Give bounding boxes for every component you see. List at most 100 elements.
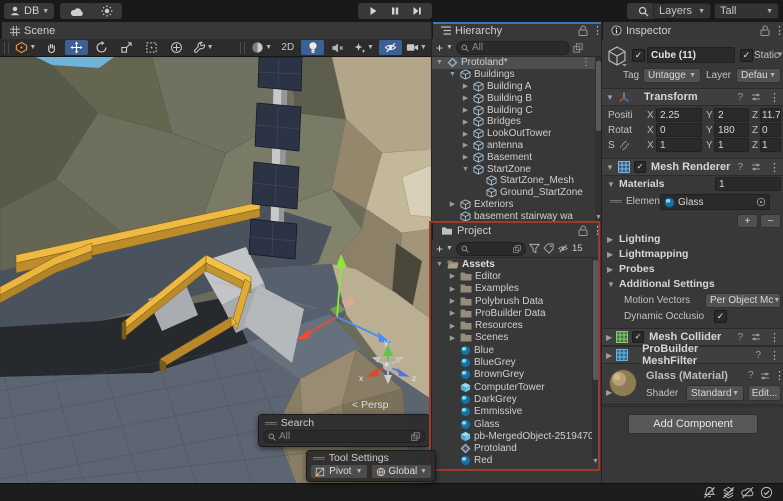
help-icon[interactable]: ? (748, 370, 754, 381)
cloud-disabled-icon[interactable] (741, 486, 754, 499)
foldout-arrow[interactable]: ▼ (461, 166, 470, 173)
scroll-down-icon[interactable]: ▼ (592, 458, 599, 465)
panel-menu-icon[interactable]: ⋮ (774, 24, 783, 37)
shader-dropdown[interactable]: Standard▼ (686, 385, 744, 401)
foldout-arrow[interactable]: ▼ (606, 93, 614, 102)
drag-handle-icon[interactable]: ══ (313, 453, 324, 463)
foldout-arrow[interactable]: ▶ (607, 265, 613, 274)
foldout-arrow[interactable]: ▶ (448, 309, 457, 317)
project-item[interactable]: pb-MergedObject-2519470 (432, 430, 592, 442)
lock-icon[interactable] (578, 225, 588, 236)
presets-icon[interactable] (751, 92, 761, 102)
project-item[interactable]: ComputerTower (432, 381, 592, 393)
project-item[interactable]: ▶Examples (432, 283, 592, 295)
add-material-button[interactable]: + (737, 214, 758, 228)
settings-button[interactable] (92, 3, 122, 19)
hierarchy-item[interactable]: ▼Protoland*⋮ (432, 57, 595, 69)
account-button[interactable]: DB ▼ (4, 3, 54, 19)
check-circle-icon[interactable] (760, 486, 773, 499)
project-item[interactable]: Glass (432, 418, 592, 430)
project-item[interactable]: Emmissive (432, 406, 592, 418)
dynamic-occlusion-checkbox[interactable]: ✓ (714, 310, 727, 323)
tab-scene[interactable]: Scene (2, 22, 433, 39)
material-object-field[interactable]: Glass (660, 194, 770, 210)
probes-foldout[interactable]: Probes (619, 263, 655, 275)
foldout-arrow[interactable]: ▶ (461, 106, 470, 114)
foldout-arrow[interactable]: ▶ (448, 334, 457, 342)
foldout-arrow[interactable]: ▶ (606, 333, 612, 342)
layout-dropdown[interactable]: Tall ▼ (714, 3, 779, 19)
step-button[interactable] (402, 3, 432, 19)
hidden-count-eye-icon[interactable] (557, 243, 569, 254)
foldout-arrow[interactable]: ▶ (448, 272, 457, 280)
foldout-arrow[interactable]: ▶ (461, 82, 470, 90)
shader-edit-button[interactable]: Edit... (748, 385, 781, 401)
hierarchy-item[interactable]: ▶antenna (432, 140, 595, 152)
project-item[interactable]: BrownGrey (432, 369, 592, 381)
tool-handle-dropdown[interactable]: ▼ (13, 40, 38, 55)
add-component-button[interactable]: Add Component (628, 414, 758, 434)
mesh-renderer-header[interactable]: ▼ ✓ Mesh Renderer ? ⋮ (602, 158, 783, 176)
rotation-y-field[interactable]: 180 (714, 123, 749, 137)
layers-dropdown[interactable]: Layers ▼ (653, 3, 711, 19)
item-menu-icon[interactable]: ⋮ (581, 57, 595, 68)
open-window-icon[interactable] (513, 245, 521, 253)
scene-search-input[interactable]: All (263, 430, 425, 443)
hierarchy-item[interactable]: ▶Building C (432, 104, 595, 116)
gameobject-cube-icon[interactable] (606, 45, 628, 67)
scale-y-field[interactable]: 1 (714, 138, 749, 152)
add-button[interactable]: + (436, 242, 443, 256)
active-checkbox[interactable]: ✓ (632, 49, 645, 62)
hierarchy-item[interactable]: ▶Building A (432, 81, 595, 93)
notifications-muted-icon[interactable] (703, 486, 716, 499)
project-item[interactable]: ▶Scenes (432, 332, 592, 344)
move-tool-button[interactable] (65, 40, 88, 55)
drag-handle-icon[interactable]: ══ (265, 418, 276, 428)
component-menu-icon[interactable]: ⋮ (769, 331, 780, 344)
open-window-icon[interactable] (411, 432, 420, 441)
project-item[interactable]: DarkGrey (432, 393, 592, 405)
foldout-arrow[interactable]: ▼ (607, 180, 615, 189)
label-tag-icon[interactable] (543, 243, 554, 254)
hierarchy-item[interactable]: ▶Bridges (432, 116, 595, 128)
hierarchy-item[interactable]: ▶Basement (432, 151, 595, 163)
hierarchy-item[interactable]: ▶LookOutTower (432, 128, 595, 140)
pivot-dropdown[interactable]: Pivot ▼ (310, 464, 368, 479)
hierarchy-item[interactable]: Ground_StartZone (432, 187, 595, 199)
foldout-arrow[interactable]: ▶ (448, 297, 457, 305)
help-icon[interactable]: ? (755, 350, 761, 361)
shading-mode-dropdown[interactable]: ▼ (249, 40, 274, 55)
foldout-arrow[interactable]: ▶ (606, 388, 612, 397)
foldout-arrow[interactable]: ▶ (448, 285, 457, 293)
lighting-foldout[interactable]: Lighting (619, 233, 660, 245)
hierarchy-item[interactable]: ▶Exteriors (432, 199, 595, 211)
presets-icon[interactable] (751, 332, 761, 342)
help-icon[interactable]: ? (737, 332, 743, 343)
materials-count-field[interactable]: 1 (715, 177, 781, 191)
layers-disabled-icon[interactable] (722, 486, 735, 499)
component-enabled-checkbox[interactable]: ✓ (634, 161, 646, 173)
rotation-x-field[interactable]: 0 (656, 123, 702, 137)
component-menu-icon[interactable]: ⋮ (769, 91, 780, 104)
audio-toggle-button[interactable] (326, 40, 349, 55)
position-x-field[interactable]: 2.25 (656, 108, 702, 122)
rotate-tool-button[interactable] (90, 40, 113, 55)
foldout-arrow[interactable]: ▶ (461, 130, 470, 138)
help-icon[interactable]: ? (737, 162, 743, 173)
project-item[interactable]: BlueGrey (432, 356, 592, 368)
static-flags-dropdown-icon[interactable]: ▼ (776, 50, 783, 59)
scale-z-field[interactable]: 1 (760, 138, 781, 152)
project-item[interactable]: Blue (432, 344, 592, 356)
hierarchy-search-input[interactable]: All (456, 41, 570, 55)
tab-inspector[interactable]: Inspector (603, 22, 783, 39)
lock-icon[interactable] (760, 25, 770, 36)
remove-material-button[interactable]: − (760, 214, 781, 228)
foldout-arrow[interactable]: ▶ (461, 94, 470, 102)
component-menu-icon[interactable]: ⋮ (769, 161, 780, 174)
transform-header[interactable]: ▼ Transform ? ⋮ (602, 88, 783, 106)
hierarchy-item[interactable]: ▼Buildings (432, 69, 595, 81)
foldout-arrow[interactable]: ▼ (435, 59, 444, 66)
component-menu-icon[interactable]: ⋮ (769, 349, 780, 362)
project-item[interactable]: Protoland (432, 442, 592, 454)
lighting-toggle-button[interactable] (301, 40, 324, 55)
